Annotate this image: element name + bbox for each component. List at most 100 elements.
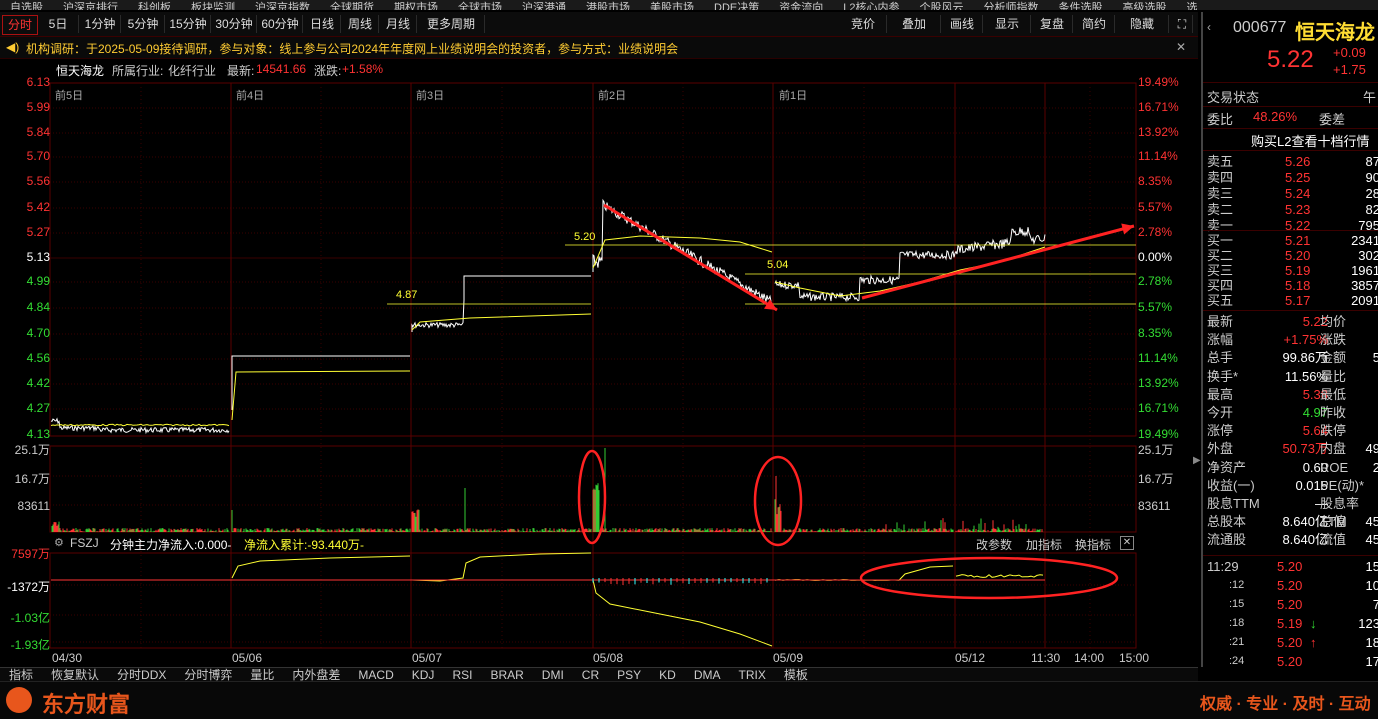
period-tab[interactable]: 5分钟 bbox=[122, 15, 165, 33]
change-params-button[interactable]: 改参数 bbox=[976, 536, 1012, 553]
top-menu-item[interactable]: 资金流向 bbox=[769, 0, 833, 10]
top-menu-item[interactable]: 板块监测 bbox=[181, 0, 245, 10]
volume-tick-label: 25.1万 bbox=[14, 443, 50, 457]
indicator-settings-icon[interactable]: ⚙ bbox=[54, 536, 64, 549]
time-tick-label: 04/30 bbox=[52, 651, 83, 665]
intraday-chart[interactable]: 4.87 5.20 5.04 bbox=[0, 79, 1198, 667]
stat-label-2: 昨收 bbox=[1320, 405, 1347, 420]
indicator-tab[interactable]: 分时DDX bbox=[108, 668, 175, 681]
top-menu-item[interactable]: 条件选股 bbox=[1048, 0, 1112, 10]
indicator-tab[interactable]: RSI bbox=[443, 668, 481, 681]
close-indicator-icon[interactable]: ✕ bbox=[1120, 536, 1134, 550]
l2-upgrade-link[interactable]: 购买L2查看十档行情 bbox=[1251, 131, 1369, 150]
indicator-tab[interactable]: 分时博弈 bbox=[175, 668, 241, 681]
stat-label-2: 最低 bbox=[1320, 386, 1347, 402]
period-tab[interactable]: 月线 bbox=[380, 15, 417, 33]
indicator-tab[interactable]: 内外盘差 bbox=[283, 668, 349, 681]
period-tab[interactable]: 15分钟 bbox=[166, 15, 211, 33]
indicator-tab[interactable]: MACD bbox=[349, 668, 402, 681]
weibi-label: 委比 bbox=[1207, 112, 1234, 127]
indicator-tab[interactable]: 模板 bbox=[775, 668, 817, 681]
period-tab[interactable]: 1分钟 bbox=[80, 15, 121, 33]
top-menu-item[interactable]: 高级选股 bbox=[1112, 0, 1176, 10]
stat-label: 最高 bbox=[1207, 386, 1234, 402]
top-menu-item[interactable]: 自选股 bbox=[0, 0, 53, 10]
sell-level-row[interactable]: 卖一 5.22 795 bbox=[1207, 218, 1378, 234]
price-tick-label: 4.70 bbox=[26, 326, 50, 340]
top-menu-item[interactable]: 美股市场 bbox=[640, 0, 704, 10]
period-tab[interactable]: 更多周期 bbox=[418, 15, 485, 33]
top-menu-item[interactable]: 个股风云 bbox=[909, 0, 973, 10]
period-tab[interactable]: 60分钟 bbox=[258, 15, 303, 33]
top-menu-item[interactable]: 选 bbox=[1176, 0, 1207, 10]
buy-level-price: 5.19 bbox=[1285, 263, 1311, 278]
toolbar-button[interactable]: 显示 bbox=[984, 15, 1031, 33]
top-menu-item[interactable]: 分析师指数 bbox=[973, 0, 1048, 10]
notice-text[interactable]: 机构调研：于2025-05-09接待调研，参与对象：线上参与公司2024年年度网… bbox=[26, 40, 678, 57]
indicator-tab[interactable]: DMA bbox=[685, 668, 730, 681]
buy-level-row[interactable]: 买四 5.18 3857 bbox=[1207, 278, 1378, 293]
add-indicator-button[interactable]: 加指标 bbox=[1026, 536, 1062, 553]
toolbar-button[interactable]: 简约 bbox=[1074, 15, 1115, 33]
top-menu-item[interactable]: 港股市场 bbox=[576, 0, 640, 10]
top-menu-item[interactable]: 期权市场 bbox=[384, 0, 448, 10]
toolbar-button[interactable]: 画线 bbox=[942, 15, 983, 33]
period-tab[interactable]: 30分钟 bbox=[212, 15, 257, 33]
top-menu-item[interactable]: 全球市场 bbox=[448, 0, 512, 10]
industry-value[interactable]: 化纤行业 bbox=[168, 62, 216, 79]
period-tab[interactable]: 日线 bbox=[304, 15, 341, 33]
indicator-tab[interactable]: CR bbox=[573, 668, 608, 681]
percent-tick-label: 11.14% bbox=[1138, 149, 1178, 163]
stat-row: 外盘 50.73万 内盘 49 bbox=[1207, 440, 1378, 458]
price-tick-label: 5.84 bbox=[26, 125, 50, 139]
toolbar-button[interactable]: 竞价 bbox=[840, 15, 887, 33]
switch-indicator-button[interactable]: 换指标 bbox=[1075, 536, 1111, 553]
percent-tick-label: 5.57% bbox=[1138, 200, 1173, 214]
price-tick-label: 4.42 bbox=[26, 376, 50, 390]
indicator-tab[interactable]: 指标 bbox=[0, 668, 42, 681]
indicator-tab[interactable]: BRAR bbox=[481, 668, 532, 681]
buy-level-qty: 3857 bbox=[1351, 278, 1378, 293]
close-icon[interactable]: ✕ bbox=[1176, 40, 1186, 54]
tick-price: 5.20 bbox=[1277, 597, 1303, 612]
volume-tick-label-right: 83611 bbox=[1138, 499, 1171, 513]
tick-price: 5.20 bbox=[1277, 654, 1303, 669]
top-menu-item[interactable]: L2核心内参 bbox=[833, 0, 909, 10]
indicator-tab[interactable]: KDJ bbox=[403, 668, 444, 681]
top-menu-item[interactable]: 科创板 bbox=[128, 0, 181, 10]
buy-level-row[interactable]: 买五 5.17 2091 bbox=[1207, 293, 1378, 308]
period-tab[interactable]: 分时 bbox=[2, 15, 38, 35]
indicator-tab[interactable]: KD bbox=[650, 668, 685, 681]
buy-level-row[interactable]: 买一 5.21 2341 bbox=[1207, 233, 1378, 248]
collapse-panel-handle[interactable]: ▶ bbox=[1193, 455, 1201, 475]
sell-level-row[interactable]: 卖四 5.25 90 bbox=[1207, 170, 1378, 186]
toolbar-button[interactable]: 叠加 bbox=[888, 15, 941, 33]
period-tab[interactable]: 周线 bbox=[342, 15, 379, 33]
top-menu-item[interactable]: DDE决策 bbox=[704, 0, 769, 10]
stat-label: 净资产 bbox=[1207, 459, 1247, 475]
buy-level-row[interactable]: 买二 5.20 302 bbox=[1207, 248, 1378, 263]
buy-level-price: 5.18 bbox=[1285, 278, 1311, 293]
percent-tick-label: 11.14% bbox=[1138, 351, 1178, 365]
sell-level-row[interactable]: 卖五 5.26 87 bbox=[1207, 154, 1378, 170]
top-menu-item[interactable]: 沪深京指数 bbox=[245, 0, 320, 10]
indicator-name[interactable]: FSZJ bbox=[70, 536, 99, 550]
back-arrow-icon[interactable]: ‹ bbox=[1207, 20, 1211, 34]
sell-level-row[interactable]: 卖二 5.23 82 bbox=[1207, 202, 1378, 218]
top-menu-item[interactable]: 沪深港通 bbox=[512, 0, 576, 10]
indicator-tab[interactable]: PSY bbox=[608, 668, 650, 681]
buy-level-row[interactable]: 买三 5.19 1961 bbox=[1207, 263, 1378, 278]
sell-level-row[interactable]: 卖三 5.24 28 bbox=[1207, 186, 1378, 202]
indicator-cumulative-day6 bbox=[955, 574, 1044, 578]
top-menu-item[interactable]: 全球期货 bbox=[320, 0, 384, 10]
indicator-tab[interactable]: 量比 bbox=[241, 668, 283, 681]
stock-code: 000677 bbox=[1233, 19, 1287, 36]
toolbar-button[interactable]: 复盘 bbox=[1032, 15, 1073, 33]
toolbar-button[interactable]: 隐藏 bbox=[1116, 15, 1169, 33]
top-menu-item[interactable]: 沪深京排行 bbox=[53, 0, 128, 10]
fullscreen-icon[interactable]: ⛶ bbox=[1172, 15, 1193, 33]
indicator-tab[interactable]: TRIX bbox=[730, 668, 775, 681]
indicator-tab[interactable]: 恢复默认 bbox=[42, 668, 108, 681]
period-tab[interactable]: 5日 bbox=[38, 15, 79, 33]
indicator-tab[interactable]: DMI bbox=[533, 668, 573, 681]
